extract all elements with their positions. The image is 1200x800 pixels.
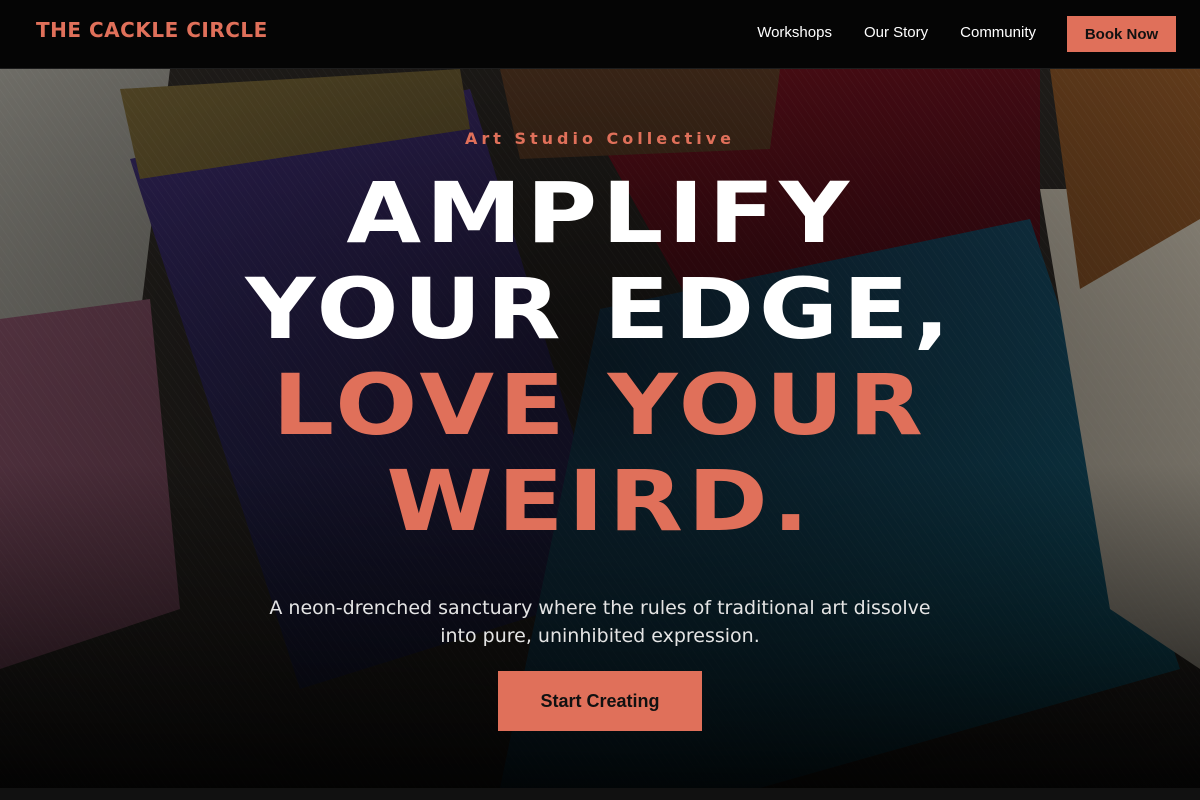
headline-line-2: YOUR EDGE,: [245, 260, 955, 358]
hero-headline: AMPLIFY YOUR EDGE, LOVE YOUR WEIRD.: [0, 165, 1200, 549]
book-now-button[interactable]: Book Now: [1067, 16, 1176, 52]
nav-link-community[interactable]: Community: [960, 24, 1036, 41]
hero-kicker: Art Studio Collective: [464, 129, 735, 148]
start-creating-button[interactable]: Start Creating: [498, 671, 702, 731]
headline-line-1: AMPLIFY: [346, 164, 854, 262]
top-nav: THE CACKLE CIRCLE Workshops Our Story Co…: [0, 0, 1200, 69]
headline-line-3: LOVE YOUR: [272, 356, 928, 454]
bottom-edge-strip: [0, 788, 1200, 800]
headline-line-4: WEIRD.: [386, 452, 814, 550]
hero-section: Art Studio Collective AMPLIFY YOUR EDGE,…: [0, 69, 1200, 788]
brand-logo[interactable]: THE CACKLE CIRCLE: [36, 18, 268, 42]
hero-subtext: A neon-drenched sanctuary where the rule…: [269, 597, 931, 647]
nav-link-our-story[interactable]: Our Story: [864, 24, 928, 41]
nav-link-workshops[interactable]: Workshops: [757, 24, 832, 41]
hero-content: Art Studio Collective AMPLIFY YOUR EDGE,…: [0, 69, 1200, 788]
nav-links: Workshops Our Story Community: [757, 24, 1036, 41]
page: THE CACKLE CIRCLE Workshops Our Story Co…: [0, 0, 1200, 800]
